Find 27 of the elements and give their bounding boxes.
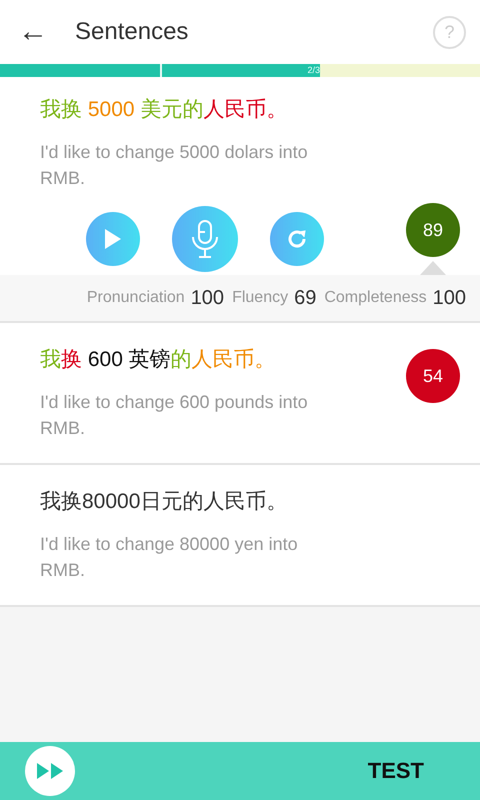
microphone-icon — [191, 219, 219, 259]
sentence-card[interactable]: 我换 5000 美元的人民币。 I'd like to change 5000 dolars into RMB. 89 Pronunciation 100 Fluency 69 Completeness 100 — [0, 77, 480, 323]
play-button[interactable] — [86, 212, 140, 266]
test-button[interactable]: TEST — [368, 758, 424, 784]
stat-value: 100 — [190, 286, 224, 310]
english-translation: I'd like to change 600 pounds into RMB. — [40, 391, 309, 440]
retry-button[interactable] — [270, 212, 324, 266]
sentence-card[interactable]: 我换 600 英镑的人民币。 I'd like to change 600 pounds into RMB. 54 — [0, 323, 480, 465]
chinese-sentence: 我换80000日元的人民币。 — [40, 489, 288, 515]
stat-label: Fluency — [232, 289, 288, 307]
score-badge: 89 — [406, 203, 460, 257]
score-badge: 54 — [406, 349, 460, 403]
fast-forward-icon — [36, 762, 64, 780]
back-button[interactable]: ← — [18, 17, 48, 47]
play-icon — [104, 228, 122, 250]
stat-label: Completeness — [324, 289, 427, 307]
stat-value: 69 — [294, 286, 316, 310]
stat-label: Pronunciation — [86, 289, 185, 307]
chinese-sentence: 我换 600 英镑的人民币。 — [40, 347, 277, 373]
chinese-sentence: 我换 5000 美元的人民币。 — [40, 97, 288, 123]
sentence-card[interactable]: 我换80000日元的人民币。 I'd like to change 80000 yen into RMB. — [0, 465, 480, 607]
english-translation: I'd like to change 5000 dolars into RMB. — [40, 141, 309, 190]
stat-value: 100 — [432, 286, 466, 310]
english-translation: I'd like to change 80000 yen into RMB. — [40, 533, 299, 582]
page-title: Sentences — [75, 18, 190, 46]
fast-forward-button[interactable] — [25, 746, 75, 796]
progress-label: 2/3 — [308, 64, 320, 77]
